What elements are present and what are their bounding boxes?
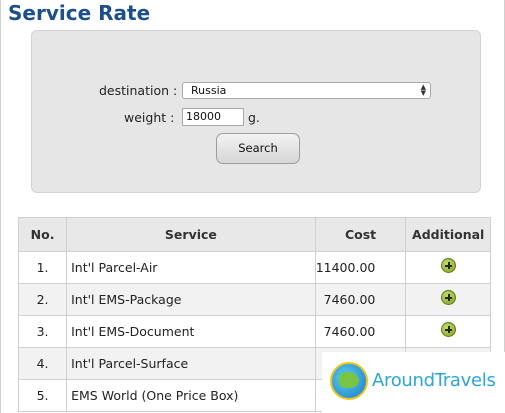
table-header-row: No. Service Cost Additional [17,217,491,252]
search-button[interactable]: Search [216,133,300,164]
destination-select[interactable]: Russia ▲ ▼ [182,82,431,99]
header-additional: Additional [405,217,491,252]
row-no: 4. [17,347,68,380]
row-no: 5. [17,379,68,412]
weight-input[interactable]: 18000 [182,108,244,126]
row-cost: 11400.00 [314,251,407,284]
weight-unit: g. [248,110,260,125]
table-row: 1. Int'l Parcel-Air 11400.00 [17,251,491,284]
row-cost: 7460.00 [314,283,407,316]
weight-label: weight : [124,110,175,125]
add-plus-icon[interactable] [440,321,456,337]
destination-value: Russia [191,84,227,97]
row-no: 1. [17,251,68,284]
row-service: Int'l EMS-Package [66,283,316,316]
watermark: AroundTravels [322,352,505,413]
destination-label: destination : [99,83,178,98]
header-service: Service [66,217,316,252]
row-service: Int'l Parcel-Air [66,251,316,284]
row-additional [405,315,491,348]
search-panel: destination : Russia ▲ ▼ weight : 18000 g… [31,30,481,193]
header-no: No. [17,217,68,252]
table-row: 2. Int'l EMS-Package 7460.00 [17,283,491,316]
row-cost: 7460.00 [314,315,407,348]
add-plus-icon[interactable] [440,257,456,273]
table-row: 3. Int'l EMS-Document 7460.00 [17,315,491,348]
select-arrows-icon: ▲ ▼ [420,83,426,97]
row-service: EMS World (One Price Box) [66,379,316,412]
watermark-text: AroundTravels [372,370,496,391]
row-service: Int'l Parcel-Surface [66,347,316,380]
row-additional [405,251,491,284]
globe-logo-icon [330,362,368,400]
row-service: Int'l EMS-Document [66,315,316,348]
row-no: 3. [17,315,68,348]
row-no: 2. [17,283,68,316]
header-cost: Cost [314,217,407,252]
row-additional [405,283,491,316]
add-plus-icon[interactable] [440,289,456,305]
page-title: Service Rate [8,1,151,25]
